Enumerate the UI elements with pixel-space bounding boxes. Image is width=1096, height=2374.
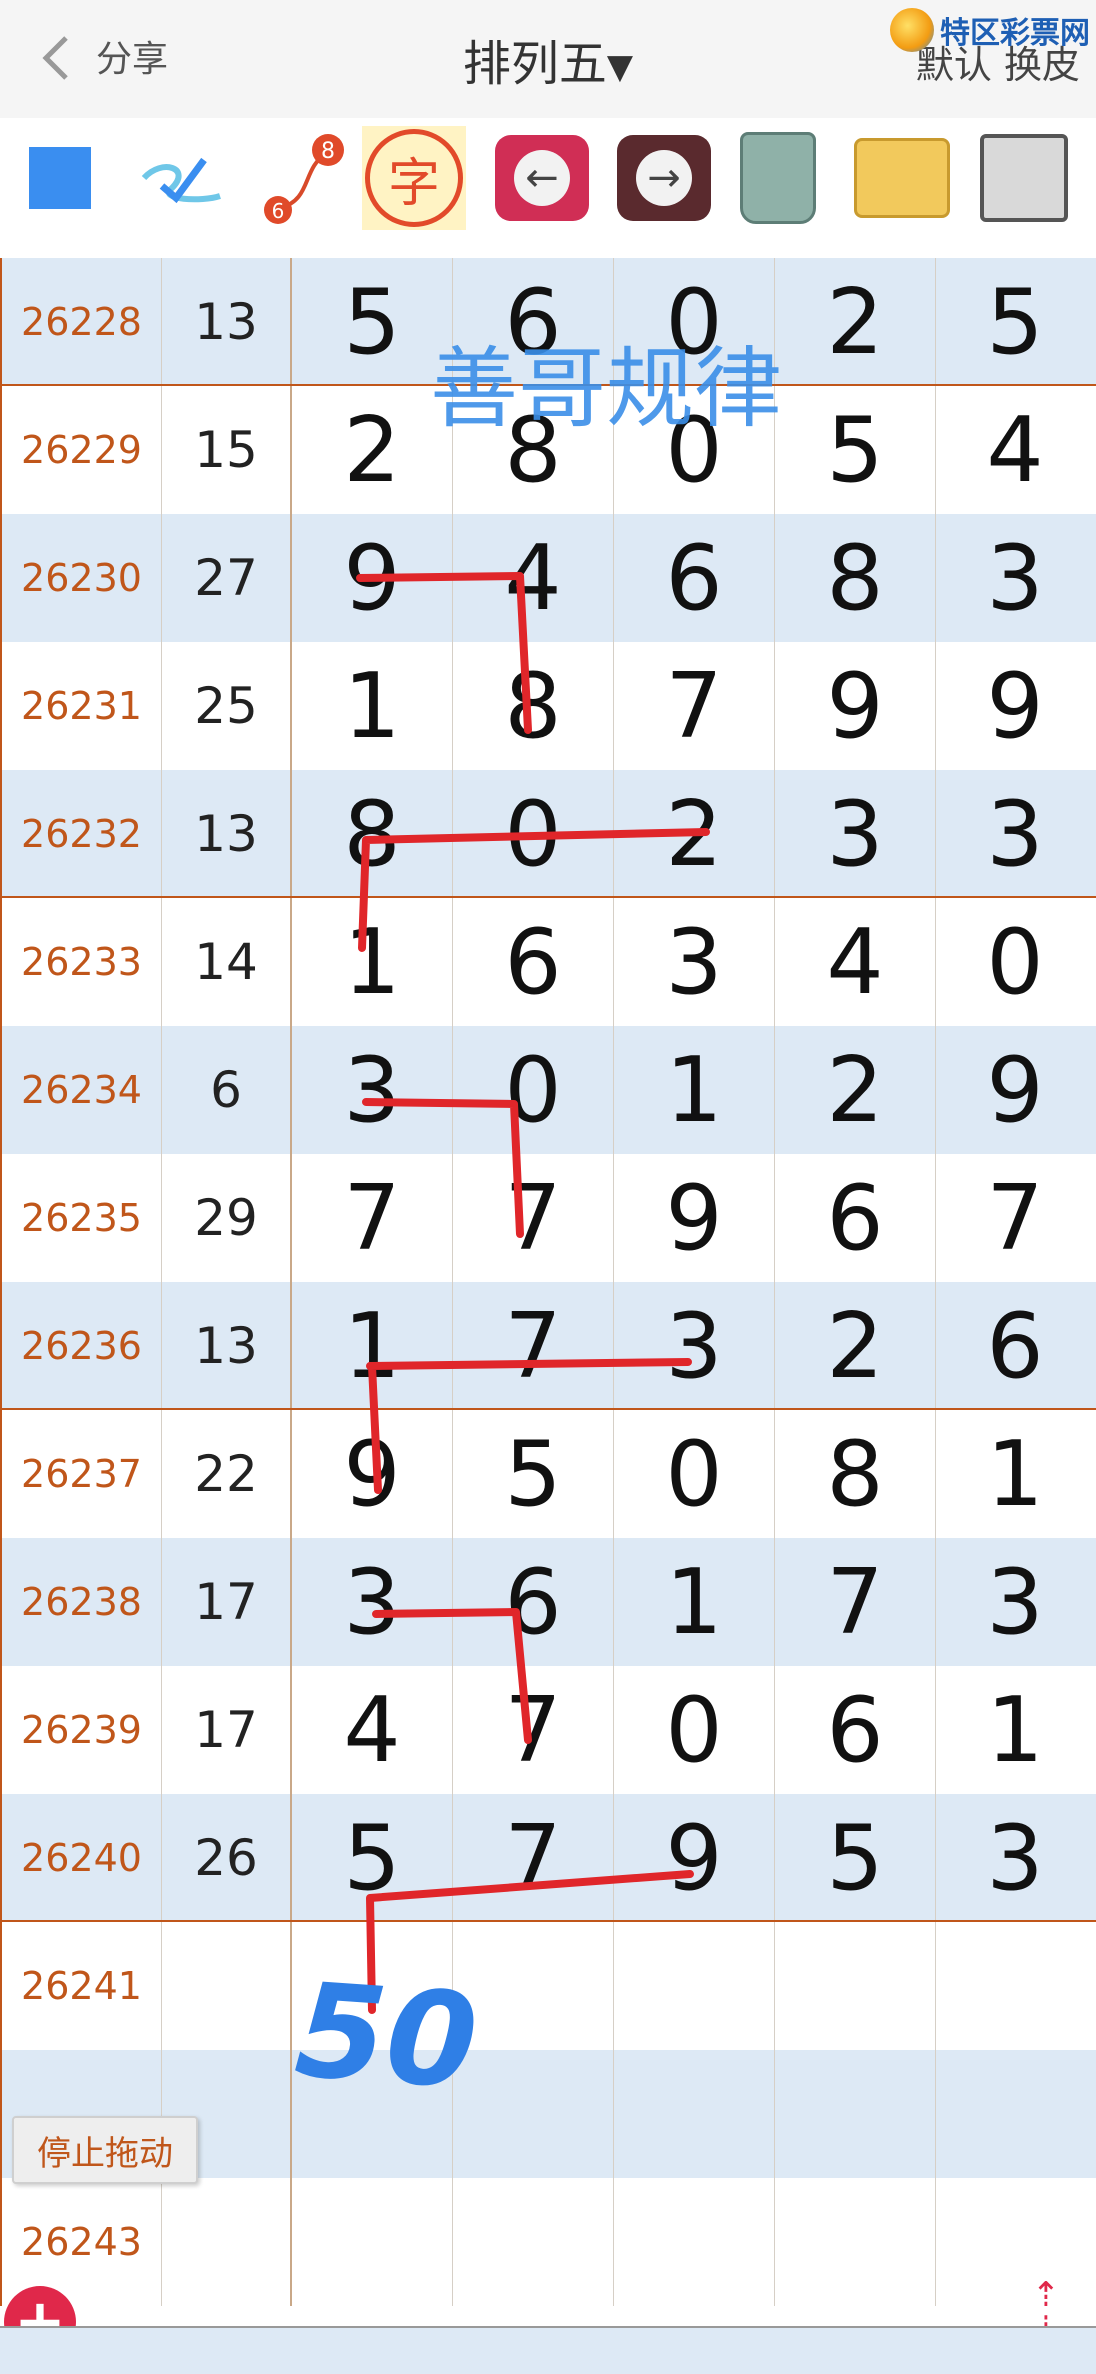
handwritten-prediction: 50	[290, 1953, 483, 2119]
stop-drag-button[interactable]: 停止拖动	[12, 2116, 198, 2184]
red-stroke-1	[356, 572, 532, 734]
bottom-bar	[0, 2326, 1096, 2374]
red-stroke-2	[358, 828, 710, 952]
red-stroke-3	[362, 1098, 524, 1238]
red-stroke-4	[366, 1358, 692, 1494]
watermark-text: 善哥规律	[430, 337, 783, 440]
red-stroke-5	[372, 1608, 532, 1744]
